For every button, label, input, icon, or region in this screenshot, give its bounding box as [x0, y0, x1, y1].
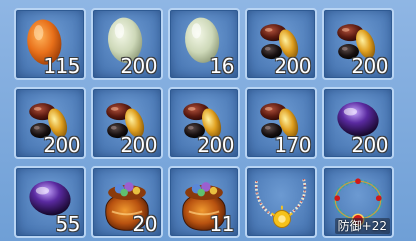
- item-count: 170: [274, 133, 311, 157]
- inventory-slot[interactable]: 55: [14, 166, 86, 238]
- inventory-slot[interactable]: 200: [322, 87, 394, 159]
- inventory-slot[interactable]: [245, 166, 317, 238]
- inventory-slot[interactable]: 115: [14, 8, 86, 80]
- inventory-slot[interactable]: 防御+22: [322, 166, 394, 238]
- item-count: 200: [120, 133, 157, 157]
- sun-necklace-icon: [247, 168, 315, 236]
- item-stat-label: 防御+22: [334, 218, 390, 234]
- inventory-slot[interactable]: 20: [91, 166, 163, 238]
- item-count: 200: [43, 133, 80, 157]
- item-count: 200: [351, 133, 388, 157]
- inventory-grid: 115 200 16 200 200 200 200 200 170 200 55 20 11 防御+22: [0, 0, 416, 241]
- inventory-slot[interactable]: 170: [245, 87, 317, 159]
- item-count: 200: [120, 54, 157, 78]
- inventory-slot[interactable]: 200: [322, 8, 394, 80]
- inventory-slot[interactable]: 200: [245, 8, 317, 80]
- inventory-slot[interactable]: 200: [14, 87, 86, 159]
- item-count: 200: [351, 54, 388, 78]
- item-count: 200: [274, 54, 311, 78]
- inventory-slot[interactable]: 16: [168, 8, 240, 80]
- inventory-slot[interactable]: 200: [168, 87, 240, 159]
- item-count: 16: [209, 54, 235, 78]
- item-count: 11: [209, 212, 235, 236]
- item-count: 20: [132, 212, 158, 236]
- item-count: 200: [197, 133, 234, 157]
- inventory-slot[interactable]: 200: [91, 87, 163, 159]
- item-count: 55: [55, 212, 81, 236]
- inventory-slot[interactable]: 200: [91, 8, 163, 80]
- inventory-slot[interactable]: 11: [168, 166, 240, 238]
- item-count: 115: [43, 54, 80, 78]
